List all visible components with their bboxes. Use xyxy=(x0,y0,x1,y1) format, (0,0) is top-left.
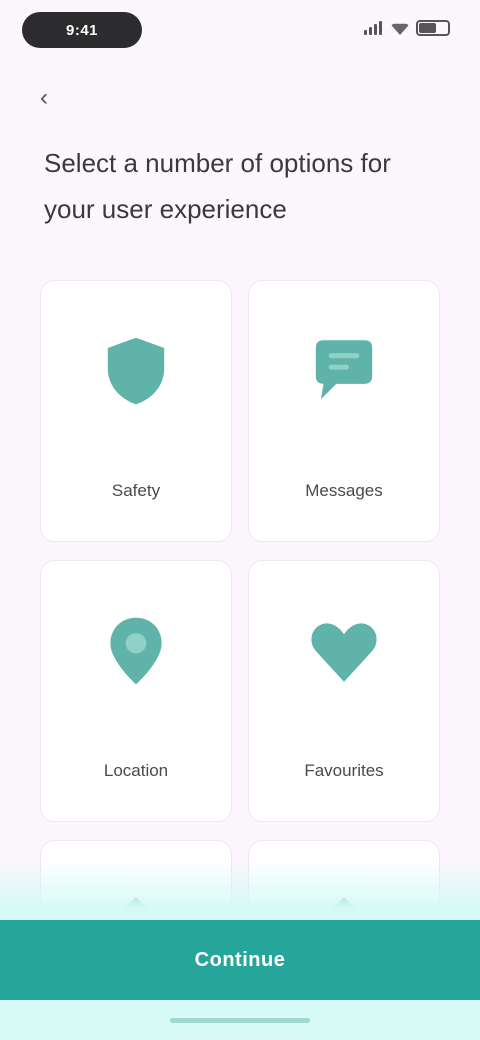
page-title: Select a number of options for your user… xyxy=(44,148,391,224)
option-card-location[interactable]: Location xyxy=(40,560,232,822)
location-pin-icon xyxy=(88,603,184,699)
option-card-messages[interactable]: Messages xyxy=(248,280,440,542)
option-card-favourites[interactable]: Favourites xyxy=(248,560,440,822)
wifi-icon xyxy=(390,23,410,35)
option-label: Safety xyxy=(111,481,161,500)
option-label: Favourites xyxy=(304,761,384,780)
chat-icon xyxy=(296,323,392,419)
option-label: Location xyxy=(103,761,169,780)
back-button[interactable]: ‹ xyxy=(40,86,68,110)
signal-icon xyxy=(364,21,384,35)
shield-icon xyxy=(88,323,184,419)
battery-icon xyxy=(416,20,450,36)
continue-button[interactable]: Continue xyxy=(195,949,286,972)
continue-bar[interactable]: Continue xyxy=(0,920,480,1000)
time-display: 9:41 xyxy=(22,12,142,48)
status-icons xyxy=(364,20,450,36)
option-card-safety[interactable]: Safety xyxy=(40,280,232,542)
heart-icon xyxy=(296,603,392,699)
option-label: Messages xyxy=(305,481,383,500)
home-indicator xyxy=(170,1018,310,1023)
options-grid: Safety Messages Location Favourites xyxy=(40,280,440,960)
status-bar: 9:41 xyxy=(0,0,480,64)
